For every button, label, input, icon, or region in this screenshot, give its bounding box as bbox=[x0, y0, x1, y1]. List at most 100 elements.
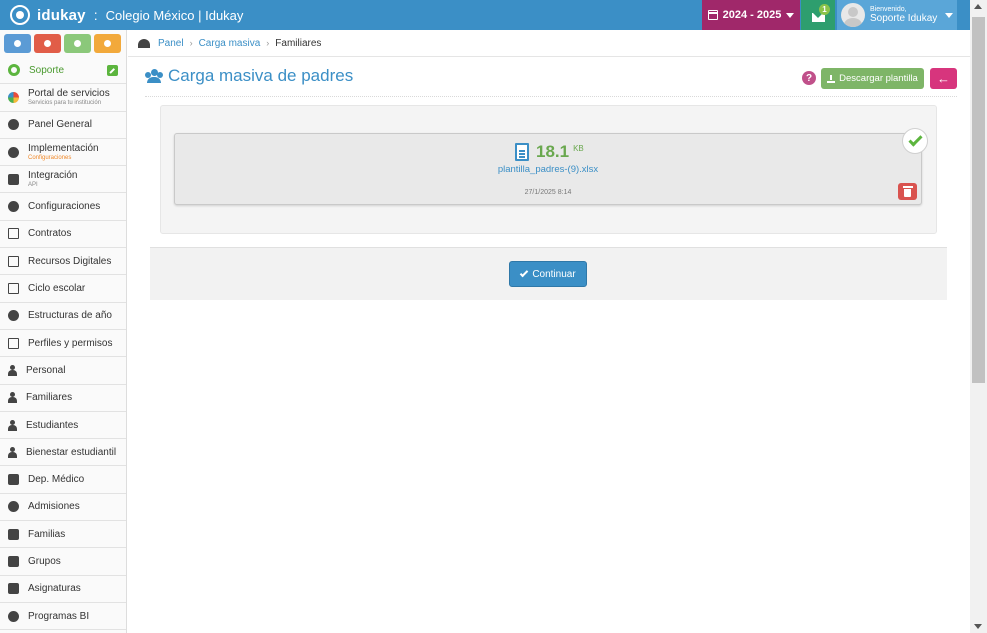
gears-icon bbox=[8, 201, 19, 213]
person-icon bbox=[8, 392, 17, 404]
chevron-right-icon: › bbox=[189, 38, 193, 48]
brand-name: idukay bbox=[37, 6, 86, 24]
sidebar-item-label: Contratos bbox=[28, 228, 72, 240]
sidebar-item-bienestar-estudiantil[interactable]: Bienestar estudiantil bbox=[0, 439, 126, 467]
chevron-right-icon: › bbox=[266, 38, 270, 48]
sidebar-item-estudiantes[interactable]: Estudiantes bbox=[0, 412, 126, 440]
page-title: Carga masiva de padres bbox=[168, 66, 354, 85]
portal-logo-icon bbox=[8, 91, 19, 103]
sidebar-item-label: Portal de servicios bbox=[28, 87, 110, 99]
sidebar-item-label: Bienestar estudiantil bbox=[26, 446, 117, 458]
plug-icon bbox=[8, 173, 19, 185]
puzzle-icon bbox=[8, 583, 19, 595]
medkit-icon bbox=[8, 474, 19, 486]
sidebar-item-label: Grupos bbox=[28, 555, 61, 567]
back-button[interactable]: ← bbox=[930, 68, 957, 89]
chevron-down-icon bbox=[945, 12, 954, 18]
sidebar-item-label: Estructuras de año bbox=[28, 310, 112, 322]
sidebar-item-panel-general[interactable]: Panel General bbox=[0, 112, 126, 139]
calendar-icon bbox=[707, 10, 718, 20]
uploaded-file-card: 18.1 KB plantilla_padres-(9).xlsx 27/1/2… bbox=[174, 133, 922, 205]
sidebar-item-familiares[interactable]: Familiares bbox=[0, 385, 126, 412]
breadcrumb-carga-masiva[interactable]: Carga masiva bbox=[199, 38, 261, 49]
sidebar-item-grupos[interactable]: Grupos bbox=[0, 548, 126, 576]
sidebar-item-label: Estudiantes bbox=[26, 419, 79, 431]
sidebar-item-estructuras-de-ano[interactable]: Estructuras de año bbox=[0, 303, 126, 330]
breadcrumb-panel[interactable]: Panel bbox=[158, 38, 184, 49]
file-document-icon bbox=[515, 143, 529, 161]
user-menu[interactable]: Bienvenido, Soporte Idukay bbox=[837, 0, 957, 30]
sidebar-item-portal-servicios[interactable]: Portal de servicios Servicios para tu in… bbox=[0, 84, 126, 112]
scroll-thumb[interactable] bbox=[972, 17, 985, 383]
help-icon[interactable]: ? bbox=[802, 71, 816, 85]
page-scrollbar[interactable] bbox=[970, 0, 987, 633]
external-link-icon[interactable] bbox=[107, 65, 118, 76]
student-icon bbox=[8, 419, 17, 431]
sidebar-item-familias[interactable]: Familias bbox=[0, 521, 126, 549]
upload-success-badge bbox=[902, 128, 928, 154]
quick-favorites-button[interactable] bbox=[64, 34, 91, 53]
sidebar-item-label: Configuraciones bbox=[28, 201, 101, 213]
lifebuoy-icon bbox=[8, 64, 20, 77]
sidebar-item-perfiles-permisos[interactable]: Perfiles y permisos bbox=[0, 330, 126, 358]
wellbeing-icon bbox=[8, 446, 17, 458]
calendar-icon bbox=[8, 283, 19, 295]
continue-label: Continuar bbox=[532, 268, 576, 280]
sidebar-item-personal[interactable]: Personal bbox=[0, 357, 126, 385]
sidebar-item-implementacion[interactable]: Implementación Configuraciones bbox=[0, 139, 126, 167]
quick-settings-button[interactable] bbox=[34, 34, 61, 53]
sidebar-item-soporte[interactable]: Soporte bbox=[0, 57, 126, 85]
sidebar-item-label: Integración bbox=[28, 169, 78, 181]
person-icon bbox=[8, 364, 17, 376]
sidebar-item-label: Recursos Digitales bbox=[28, 255, 112, 267]
quick-access-row bbox=[0, 30, 126, 57]
gears-icon bbox=[44, 40, 51, 47]
document-icon bbox=[8, 228, 19, 240]
sidebar-item-recursos-digitales[interactable]: Recursos Digitales bbox=[0, 248, 126, 276]
idukay-logo-icon bbox=[10, 5, 30, 25]
sidebar-item-configuraciones[interactable]: Configuraciones bbox=[0, 193, 126, 221]
laptop-icon bbox=[8, 255, 19, 267]
heart-icon bbox=[74, 40, 81, 47]
sidebar-item-label: Familiares bbox=[26, 392, 73, 404]
chevron-down-icon bbox=[786, 12, 795, 18]
file-size: 18.1 KB bbox=[515, 142, 584, 162]
page-title-row: Carga masiva de padres bbox=[145, 66, 353, 86]
scroll-up-arrow-icon[interactable] bbox=[974, 4, 982, 9]
quick-user-button[interactable] bbox=[4, 34, 31, 53]
arrow-left-icon: ← bbox=[937, 71, 950, 86]
brand-separator: : bbox=[93, 7, 98, 23]
dashboard-icon bbox=[138, 38, 150, 48]
sidebar-item-sublabel: API bbox=[28, 181, 38, 188]
user-name: Soporte Idukay bbox=[870, 13, 938, 24]
sidebar-item-contratos[interactable]: Contratos bbox=[0, 221, 126, 249]
ib-logo-icon bbox=[8, 610, 19, 622]
institution-icon bbox=[104, 40, 111, 47]
dashboard-icon bbox=[8, 119, 19, 131]
sidebar-item-integracion[interactable]: Integración API bbox=[0, 166, 126, 194]
sidebar-item-admisiones[interactable]: Admisiones bbox=[0, 494, 126, 522]
school-year-selector[interactable]: 2024 - 2025 bbox=[702, 0, 800, 30]
file-name[interactable]: plantilla_padres-(9).xlsx bbox=[175, 164, 921, 175]
messages-button[interactable]: 1 bbox=[801, 0, 835, 30]
sidebar-item-label: Ciclo escolar bbox=[28, 283, 86, 295]
sidebar-item-label: Asignaturas bbox=[28, 583, 81, 595]
check-icon bbox=[520, 268, 529, 278]
home-icon bbox=[8, 528, 19, 540]
file-size-unit: KB bbox=[573, 144, 584, 153]
sidebar-item-dep-medico[interactable]: Dep. Médico bbox=[0, 466, 126, 494]
download-template-button[interactable]: Descargar plantilla bbox=[821, 68, 924, 89]
continue-button[interactable]: Continuar bbox=[509, 261, 587, 287]
sidebar-item-asignaturas[interactable]: Asignaturas bbox=[0, 576, 126, 603]
sidebar-item-label: Implementación bbox=[28, 142, 99, 154]
delete-file-button[interactable] bbox=[898, 183, 917, 200]
scroll-down-arrow-icon[interactable] bbox=[974, 624, 982, 629]
sidebar-item-sublabel: Servicios para tu institución bbox=[28, 99, 102, 106]
quick-institution-button[interactable] bbox=[94, 34, 121, 53]
trash-icon bbox=[902, 186, 913, 197]
school-year-label: 2024 - 2025 bbox=[722, 9, 782, 21]
brand[interactable]: idukay : Colegio México | Idukay bbox=[10, 5, 243, 25]
sidebar-item-label: Panel General bbox=[28, 119, 92, 131]
sidebar-item-programas-bi[interactable]: Programas BI bbox=[0, 603, 126, 631]
sidebar-item-ciclo-escolar[interactable]: Ciclo escolar bbox=[0, 275, 126, 303]
